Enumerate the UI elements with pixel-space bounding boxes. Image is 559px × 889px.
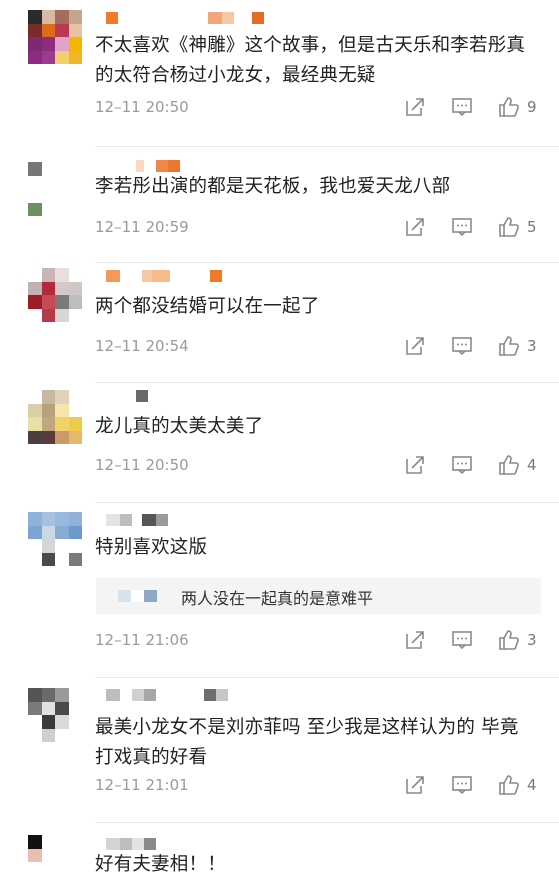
like-count: 9 [527, 98, 537, 116]
avatar[interactable] [28, 688, 82, 742]
username-blurred[interactable] [106, 838, 156, 850]
like-icon[interactable] [498, 774, 520, 796]
share-icon[interactable] [404, 774, 426, 796]
like-count: 4 [527, 456, 537, 474]
comment-icon[interactable] [451, 774, 473, 796]
divider [95, 262, 559, 263]
share-icon[interactable] [404, 629, 426, 651]
comment-icon[interactable] [451, 335, 473, 357]
share-icon[interactable] [404, 96, 426, 118]
avatar[interactable] [28, 835, 82, 889]
comment-text: 不太喜欢《神雕》这个故事，但是古天乐和李若彤真的太符合杨过小龙女，最经典无疑 [95, 35, 526, 86]
comment-text: 龙儿真的太美太美了 [95, 416, 264, 437]
divider [95, 502, 559, 503]
like-count: 3 [527, 337, 537, 355]
comment-actions: 3 [404, 335, 539, 357]
comment-timestamp: 12–11 21:01 [95, 776, 189, 794]
comment-actions: 3 [404, 629, 539, 651]
share-icon[interactable] [404, 216, 426, 238]
comment-actions: 5 [404, 216, 539, 238]
like-count: 4 [527, 776, 537, 794]
like-icon[interactable] [498, 216, 520, 238]
like-icon[interactable] [498, 629, 520, 651]
comment-timestamp: 12–11 21:06 [95, 631, 189, 649]
divider [95, 677, 559, 678]
comment-text: 最美小龙女不是刘亦菲吗 至少我是这样认为的 毕竟打戏真的好看 [95, 717, 519, 768]
comment-actions: 9 [404, 96, 539, 118]
username-blurred[interactable] [106, 12, 264, 24]
username-blurred[interactable] [106, 270, 222, 282]
avatar[interactable] [28, 390, 82, 444]
reply-preview[interactable]: 两人没在一起真的是意难平 [96, 578, 541, 614]
username-blurred[interactable] [106, 160, 180, 172]
avatar[interactable] [28, 10, 82, 64]
divider [95, 146, 559, 147]
comment-icon[interactable] [451, 454, 473, 476]
avatar[interactable] [28, 162, 82, 216]
reply-text: 两人没在一起真的是意难平 [181, 589, 374, 608]
comment-timestamp: 12–11 20:50 [95, 456, 189, 474]
like-count: 3 [527, 631, 537, 649]
comment-icon[interactable] [451, 629, 473, 651]
comment-timestamp: 12–11 20:50 [95, 98, 189, 116]
like-count: 5 [527, 218, 537, 236]
avatar[interactable] [28, 512, 82, 566]
comment-actions: 4 [404, 774, 539, 796]
divider [95, 382, 559, 383]
share-icon[interactable] [404, 454, 426, 476]
comment-icon[interactable] [451, 216, 473, 238]
comment-timestamp: 12–11 20:54 [95, 337, 189, 355]
like-icon[interactable] [498, 454, 520, 476]
divider [95, 822, 559, 823]
comment-timestamp: 12–11 20:59 [95, 218, 189, 236]
share-icon[interactable] [404, 335, 426, 357]
comment-text: 李若彤出演的都是天花板，我也爱天龙八部 [95, 176, 451, 197]
comment-text: 好有夫妻相！！ [95, 854, 226, 875]
reply-username-blurred [118, 590, 157, 602]
username-blurred[interactable] [106, 514, 168, 526]
username-blurred[interactable] [106, 390, 148, 402]
username-blurred[interactable] [106, 689, 228, 701]
comment-list: 不太喜欢《神雕》这个故事，但是古天乐和李若彤真的太符合杨过小龙女，最经典无疑 12… [0, 0, 559, 889]
comment-actions: 4 [404, 454, 539, 476]
comment-text: 特别喜欢这版 [95, 537, 208, 558]
like-icon[interactable] [498, 96, 520, 118]
comment-icon[interactable] [451, 96, 473, 118]
like-icon[interactable] [498, 335, 520, 357]
comment-text: 两个都没结婚可以在一起了 [95, 296, 320, 317]
avatar[interactable] [28, 268, 82, 322]
